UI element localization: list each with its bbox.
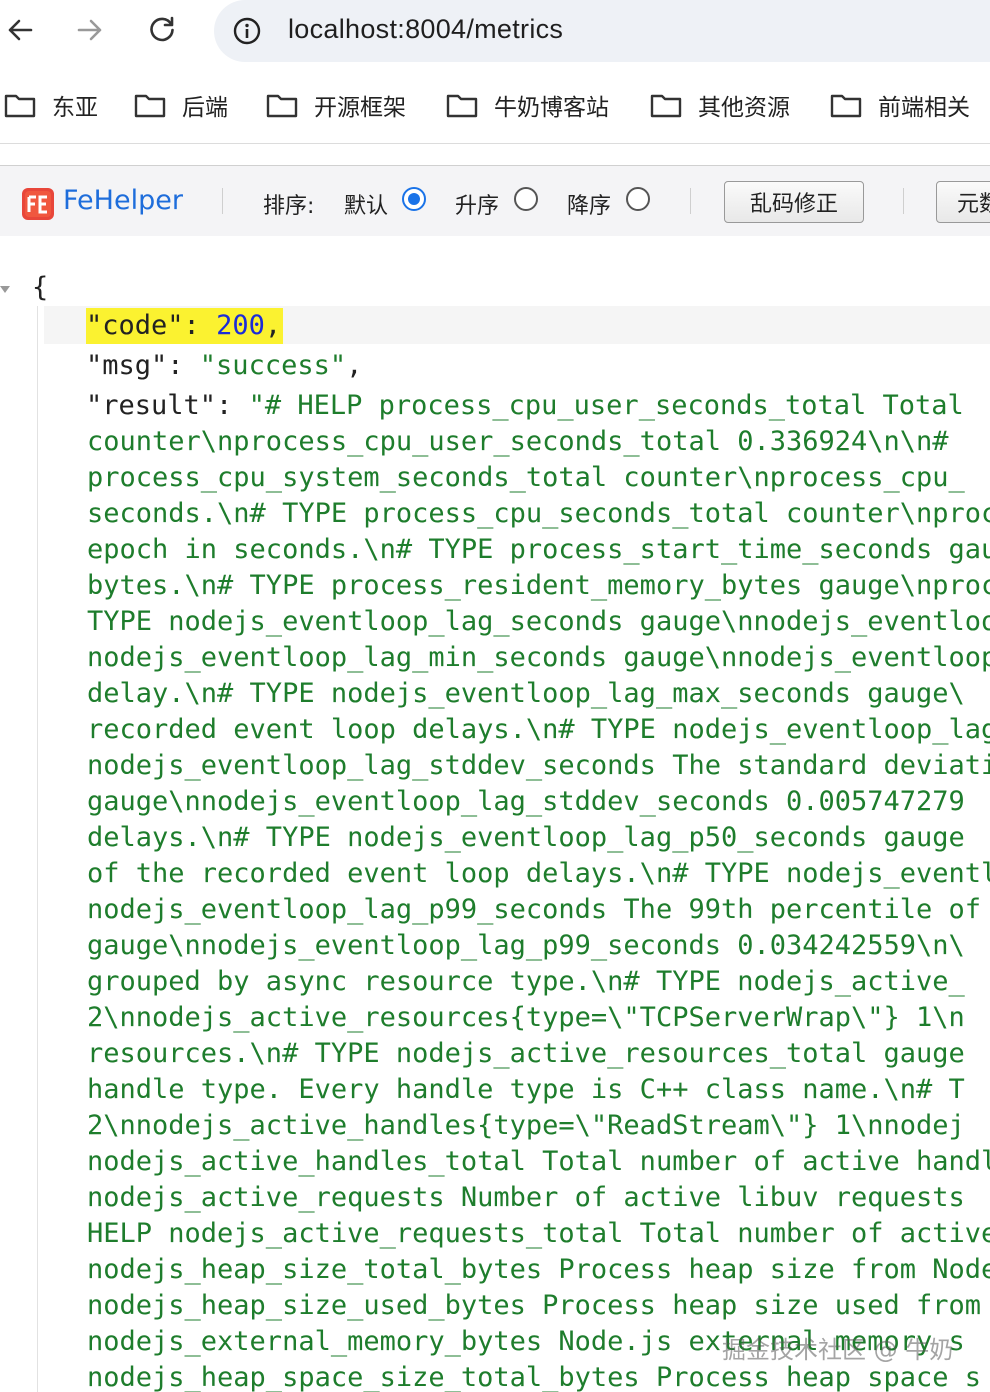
json-string-value: "success"	[199, 350, 347, 381]
result-string-line: of the recorded event loop delays.\n# TY…	[87, 858, 990, 889]
result-string-line: seconds.\n# TYPE process_cpu_seconds_tot…	[87, 498, 990, 529]
fix-encoding-button[interactable]: 乱码修正	[724, 181, 864, 223]
address-bar[interactable]: localhost:8004/metrics	[214, 0, 990, 62]
result-string-line: nodejs_heap_size_total_bytes Process hea…	[87, 1254, 990, 1285]
bookmark-label: 开源框架	[314, 95, 406, 121]
divider	[690, 188, 691, 214]
json-row-result[interactable]: "result": "# HELP process_cpu_user_secon…	[86, 388, 964, 424]
result-string-line: TYPE nodejs_eventloop_lag_seconds gauge\…	[87, 606, 990, 637]
sort-asc-radio[interactable]	[514, 187, 538, 211]
folder-icon	[446, 94, 478, 118]
fehelper-toolbar: FeHelper 排序: 默认 升序 降序 乱码修正 元数	[0, 165, 990, 237]
back-button[interactable]	[0, 10, 40, 50]
sort-default-radio[interactable]	[402, 187, 426, 211]
bookmark-label: 前端相关	[878, 95, 970, 121]
sort-desc-radio[interactable]	[626, 187, 650, 211]
result-string-line: 2\nnodejs_active_handles{type=\"ReadStre…	[87, 1110, 965, 1141]
folder-icon	[830, 94, 862, 118]
result-string-line: nodejs_active_handles_total Total number…	[87, 1146, 990, 1177]
bookmark-folder[interactable]: 开源框架	[266, 88, 406, 122]
result-string-line: bytes.\n# TYPE process_resident_memory_b…	[87, 570, 990, 601]
result-string-line: nodejs_eventloop_lag_min_seconds gauge\n…	[87, 642, 990, 673]
result-string-line: epoch in seconds.\n# TYPE process_start_…	[87, 534, 990, 565]
metadata-button[interactable]: 元数	[936, 181, 990, 223]
divider	[0, 143, 990, 144]
result-string-line: nodejs_heap_size_used_bytes Process heap…	[87, 1290, 982, 1321]
result-string-line: gauge\nnodejs_eventloop_lag_stddev_secon…	[87, 786, 965, 817]
result-string-line: delays.\n# TYPE nodejs_eventloop_lag_p50…	[87, 822, 965, 853]
collapse-caret-icon[interactable]	[0, 286, 10, 293]
bookmark-label: 后端	[182, 95, 228, 121]
divider	[903, 188, 904, 214]
folder-icon	[134, 94, 166, 118]
bookmark-folder[interactable]: 其他资源	[650, 88, 790, 122]
bookmark-folder[interactable]: 东亚	[4, 88, 98, 122]
sort-asc-label[interactable]: 升序	[455, 188, 499, 220]
folder-icon	[4, 94, 36, 118]
folder-icon	[650, 94, 682, 118]
url-text[interactable]: localhost:8004/metrics	[288, 14, 563, 45]
arrow-left-icon	[8, 19, 33, 41]
bookmark-label: 牛奶博客站	[494, 95, 609, 121]
json-key: "result"	[86, 390, 217, 421]
json-row-code[interactable]: "code": 200,	[86, 308, 284, 344]
result-string-line: nodejs_eventloop_lag_stddev_seconds The …	[87, 750, 990, 781]
reload-button[interactable]	[142, 10, 182, 50]
sort-default-label[interactable]: 默认	[344, 188, 388, 220]
json-key: "msg"	[86, 350, 168, 381]
result-string-line: HELP nodejs_active_requests_total Total …	[87, 1218, 990, 1249]
json-open-brace: {	[32, 272, 49, 303]
result-string-line: process_cpu_system_seconds_total counter…	[87, 462, 965, 493]
result-string-line: delay.\n# TYPE nodejs_eventloop_lag_max_…	[87, 678, 965, 709]
forward-button[interactable]	[70, 10, 110, 50]
result-string-line: recorded event loop delays.\n# TYPE node…	[87, 714, 990, 745]
fehelper-logo-icon	[22, 188, 54, 220]
json-viewer: { "code": 200, "msg": "success", "result…	[0, 236, 990, 1392]
result-string-line: nodejs_eventloop_lag_p99_seconds The 99t…	[87, 894, 982, 925]
json-key: "code"	[86, 310, 184, 341]
bookmark-label: 东亚	[52, 95, 98, 121]
info-icon[interactable]	[232, 16, 262, 46]
json-row-msg[interactable]: "msg": "success",	[86, 348, 362, 384]
sort-label: 排序:	[263, 194, 315, 219]
json-number-value: 200	[216, 310, 265, 341]
sort-desc-label[interactable]: 降序	[567, 188, 611, 220]
reload-icon	[150, 16, 174, 42]
result-string-line: 2\nnodejs_active_resources{type=\"TCPSer…	[87, 1002, 965, 1033]
bookmark-folder[interactable]: 牛奶博客站	[446, 88, 609, 122]
browser-toolbar: localhost:8004/metrics	[0, 0, 990, 64]
result-string-line: grouped by async resource type.\n# TYPE …	[87, 966, 965, 997]
bookmark-folder[interactable]: 后端	[134, 88, 228, 122]
divider	[222, 188, 223, 214]
result-string-line: gauge\nnodejs_eventloop_lag_p99_seconds …	[87, 930, 965, 961]
result-string-line: handle type. Every handle type is C++ cl…	[87, 1074, 965, 1105]
fehelper-brand: FeHelper	[63, 185, 183, 216]
folder-icon	[266, 94, 298, 118]
result-string-line: nodejs_active_requests Number of active …	[87, 1182, 965, 1213]
watermark: 掘金技术社区 @ 牛奶	[722, 1336, 954, 1364]
bookmarks-bar: 东亚 后端 开源框架 牛奶博客站 其他资源 前端相关	[0, 74, 990, 134]
indent-guide	[37, 306, 38, 1392]
bookmark-label: 其他资源	[698, 95, 790, 121]
json-string-value: "# HELP process_cpu_user_seconds_total T…	[248, 390, 964, 421]
result-string-line: counter\nprocess_cpu_user_seconds_total …	[87, 426, 949, 457]
result-string-continuation: counter\nprocess_cpu_user_seconds_total …	[87, 424, 990, 1392]
result-string-line: resources.\n# TYPE nodejs_active_resourc…	[87, 1038, 965, 1069]
arrow-right-icon	[77, 19, 102, 41]
bookmark-folder[interactable]: 前端相关	[830, 88, 970, 122]
